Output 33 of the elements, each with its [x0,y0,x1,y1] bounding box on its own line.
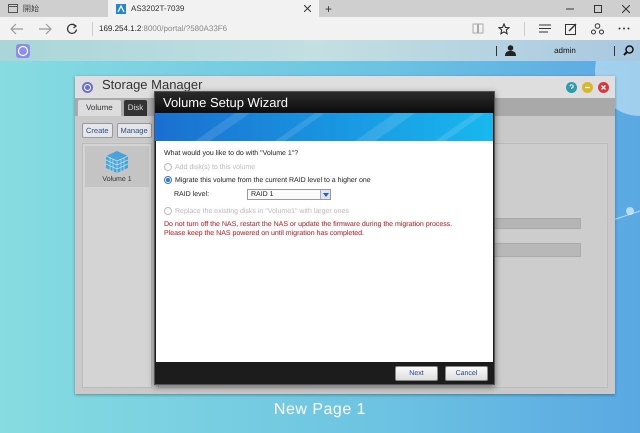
back-icon[interactable] [10,22,24,34]
dialog-title: Volume Setup Wizard [155,92,494,113]
app-logo-icon[interactable] [16,44,30,58]
share-icon[interactable] [591,22,604,34]
close-icon[interactable] [622,4,630,12]
forward-icon[interactable] [38,22,52,34]
search-icon[interactable] [623,45,634,56]
tab[interactable]: Volume [78,100,121,116]
more-icon[interactable] [618,27,630,30]
caret-icon [322,192,328,196]
menu-icon[interactable] [539,24,551,33]
tab-label: AS3202T-7039 [131,4,184,13]
new-tab-button[interactable]: + [319,0,338,17]
page-icon [8,4,18,13]
browser-tab[interactable]: AS3202T-7039 [108,0,319,17]
site-icon [116,4,126,14]
user-icon[interactable] [505,45,516,56]
star-icon[interactable] [498,22,510,34]
cube-icon [105,150,129,174]
close-icon[interactable] [304,5,311,12]
url-path: :8000/portal/?580A33F6 [141,24,228,33]
maximize-icon[interactable] [594,4,602,12]
browser-tab[interactable]: 開始 [0,0,108,17]
pen-icon[interactable] [565,22,577,34]
refresh-icon[interactable] [66,22,78,34]
tab[interactable]: Disk [124,100,148,116]
url-host: 169.254.1.2 [99,24,142,33]
window-title: Storage Manager [102,78,202,91]
page-label: New Page 1 [272,401,368,419]
app-icon [81,80,94,94]
user-name[interactable]: admin [524,46,606,55]
tab-label: 開始 [23,3,39,14]
help-icon[interactable] [566,82,577,92]
